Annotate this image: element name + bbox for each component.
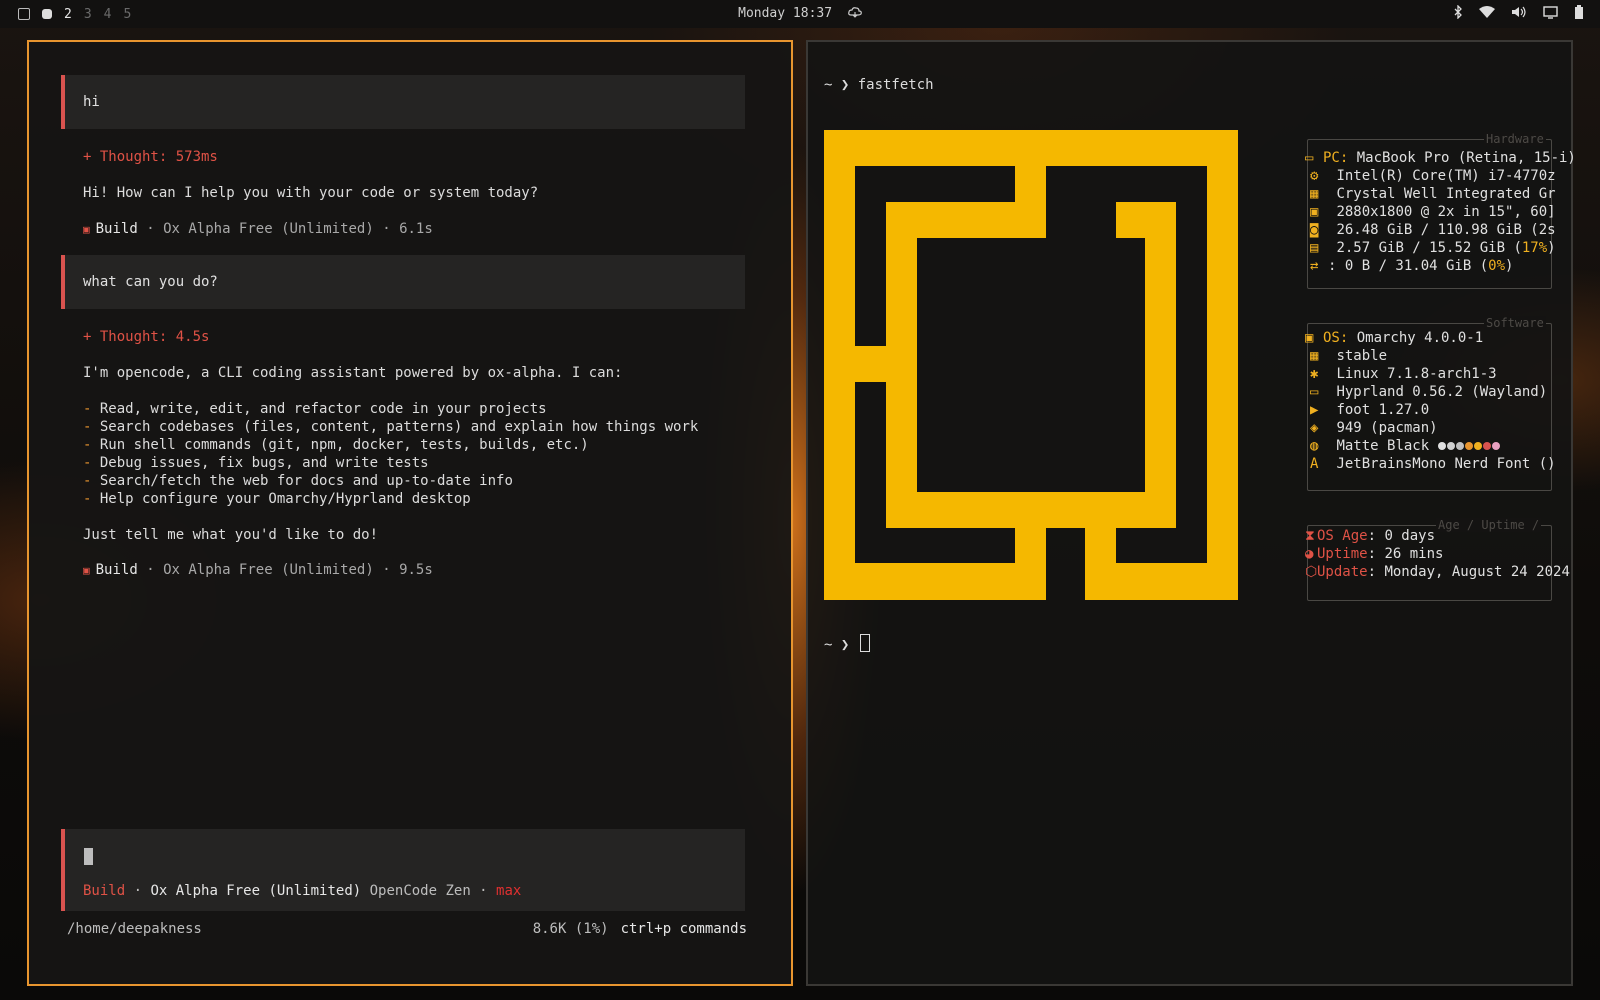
list-item: - Search codebases (files, content, patt… <box>83 419 699 435</box>
uptime-icon: ◕ <box>1305 546 1314 562</box>
info-gpu: ▦ Crystal Well Integrated Gr <box>1310 186 1556 202</box>
kernel-gear-icon: ✱ <box>1310 366 1319 382</box>
info-packages: ◈ 949 (pacman) <box>1310 420 1438 436</box>
message-meta: ▣ Build · Ox Alpha Free (Unlimited) · 6.1… <box>83 221 433 237</box>
update-box-icon: ⬡ <box>1305 564 1318 580</box>
info-os-age: ⧗ OS Age: 0 days <box>1305 528 1436 544</box>
info-channel: ▦ stable <box>1310 348 1388 364</box>
prompt-input[interactable]: Build · Ox Alpha Free (Unlimited) OpenCo… <box>61 829 745 911</box>
monitor-icon[interactable] <box>1543 5 1558 19</box>
message-meta: ▣ Build · Ox Alpha Free (Unlimited) · 9.5… <box>83 562 433 578</box>
list-item: - Read, write, edit, and refactor code i… <box>83 401 547 417</box>
system-tray <box>1453 5 1584 19</box>
font-icon: A <box>1310 456 1319 472</box>
terminal-icon: ▶ <box>1310 402 1319 418</box>
shell-prompt[interactable]: ~ ❯ <box>824 634 870 653</box>
token-usage: 8.6K (1%) <box>532 921 609 937</box>
workspace-5[interactable]: 5 <box>123 7 131 22</box>
info-memory: ▤ 2.57 GiB / 15.52 GiB (17%) <box>1310 240 1556 256</box>
weather-cloud-icon[interactable] <box>848 6 862 18</box>
wifi-icon[interactable] <box>1479 6 1495 18</box>
clock-area: Monday 18:37 <box>0 6 1600 21</box>
info-cpu: ⚙ Intel(R) Core(TM) i7-4770z <box>1310 168 1556 184</box>
info-kernel: ✱ Linux 7.1.8-arch1-3 <box>1310 366 1497 382</box>
cwd-path: /home/deepakness <box>67 921 202 937</box>
assistant-reply-outro: Just tell me what you'd like to do! <box>83 527 379 543</box>
info-update: ⬡Update: Monday, August 24 2024 <box>1305 564 1570 580</box>
info-swap: ⇄: 0 B / 31.04 GiB (0%) <box>1310 258 1514 274</box>
list-item: - Search/fetch the web for docs and up-t… <box>83 473 513 489</box>
omarchy-logo-icon[interactable] <box>18 8 30 20</box>
swap-icon: ⇄ <box>1310 258 1319 274</box>
software-title: Software <box>1484 316 1546 330</box>
channel-icon: ▦ <box>1310 348 1319 364</box>
cpu-icon: ⚙ <box>1310 168 1319 184</box>
list-item: - Run shell commands (git, npm, docker, … <box>83 437 589 453</box>
assistant-reply: Hi! How can I help you with your code or… <box>83 185 539 201</box>
build-label: Build <box>95 221 138 237</box>
info-pc: ▭ PC: MacBook Pro (Retina, 15-i) <box>1305 150 1576 166</box>
build-square-icon: ▣ <box>83 223 90 236</box>
hourglass-icon: ⧗ <box>1305 528 1315 544</box>
clock[interactable]: Monday 18:37 <box>738 6 832 21</box>
user-message-text: what can you do? <box>83 274 218 290</box>
laptop-icon: ▭ <box>1305 150 1314 166</box>
thought-toggle[interactable]: + Thought: 4.5s <box>83 329 209 345</box>
window-icon: ▭ <box>1310 384 1319 400</box>
theme-color-dots <box>1437 438 1501 454</box>
info-theme: ◍ Matte Black <box>1310 438 1501 454</box>
omarchy-ascii-logo <box>824 130 1238 600</box>
bluetooth-icon[interactable] <box>1453 5 1463 19</box>
assistant-reply-intro: I'm opencode, a CLI coding assistant pow… <box>83 365 623 381</box>
thought-toggle[interactable]: + Thought: 573ms <box>83 149 218 165</box>
list-item: - Help configure your Omarchy/Hyprland d… <box>83 491 471 507</box>
os-icon: ▣ <box>1305 330 1314 346</box>
user-message: hi <box>61 75 745 129</box>
memory-icon: ▤ <box>1310 240 1319 256</box>
info-os: ▣ OS: Omarchy 4.0.0-1 <box>1305 330 1484 346</box>
age-title: Age / Uptime / <box>1436 518 1542 532</box>
meta-info: · Ox Alpha Free (Unlimited) · 6.1s <box>137 221 433 237</box>
agent-model-bar: Build · Ox Alpha Free (Unlimited) OpenCo… <box>83 883 522 899</box>
text-cursor <box>84 848 93 865</box>
battery-icon[interactable] <box>1574 5 1584 19</box>
model-label[interactable]: Ox Alpha Free (Unlimited) <box>150 883 361 899</box>
workspace-2[interactable]: 2 <box>64 7 72 22</box>
info-font: A JetBrainsMono Nerd Font () <box>1310 456 1556 472</box>
meta-info: · Ox Alpha Free (Unlimited) · 9.5s <box>137 562 433 578</box>
opencode-terminal-window[interactable]: hi + Thought: 573ms Hi! How can I help y… <box>27 40 793 986</box>
user-message: what can you do? <box>61 255 745 309</box>
disk-icon: ◙ <box>1310 222 1319 238</box>
info-wm: ▭ Hyprland 0.56.2 (Wayland) <box>1310 384 1548 400</box>
status-bar: /home/deepakness 8.6K (1%) ctrl+p command… <box>67 921 747 937</box>
shell-prompt-command: ~ ❯ fastfetch <box>824 77 934 93</box>
palette-icon: ◍ <box>1310 438 1319 454</box>
list-item: - Debug issues, fix bugs, and write test… <box>83 455 429 471</box>
info-disk: ◙ 26.48 GiB / 110.98 GiB (2s <box>1310 222 1556 238</box>
volume-icon[interactable] <box>1511 6 1527 18</box>
package-icon: ◈ <box>1310 420 1319 436</box>
user-message-text: hi <box>83 94 100 110</box>
info-terminal: ▶ foot 1.27.0 <box>1310 402 1430 418</box>
provider-label: OpenCode Zen · <box>361 883 497 899</box>
info-uptime: ◕ Uptime: 26 mins <box>1305 546 1444 562</box>
workspace-4[interactable]: 4 <box>104 7 112 22</box>
build-label: Build <box>95 562 138 578</box>
gpu-icon: ▦ <box>1310 186 1319 202</box>
command-hint: ctrl+p commands <box>620 921 747 937</box>
agent-label[interactable]: Build <box>83 883 125 899</box>
build-square-icon: ▣ <box>83 564 90 577</box>
hardware-title: Hardware <box>1484 132 1546 146</box>
variant-label[interactable]: max <box>496 883 521 899</box>
workspace-1-indicator[interactable] <box>42 9 52 19</box>
display-icon: ▣ <box>1310 204 1319 220</box>
info-display: ▣ 2880x1800 @ 2x in 15", 60] <box>1310 204 1556 220</box>
workspace-3[interactable]: 3 <box>84 7 92 22</box>
workspace-switcher: 2 3 4 5 <box>18 7 131 22</box>
terminal-cursor <box>859 634 870 652</box>
top-bar: 2 3 4 5 Monday 18:37 <box>0 0 1600 28</box>
